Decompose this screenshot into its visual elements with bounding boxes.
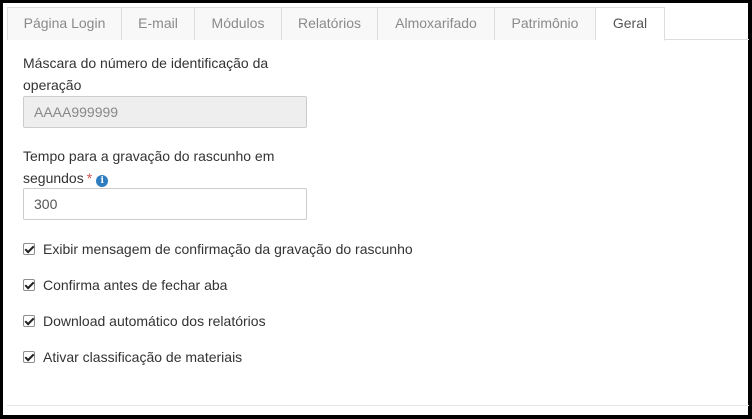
tab-patrimonio[interactable]: Patrimônio (495, 7, 596, 40)
settings-panel: Página Login E-mail Módulos Relatórios A… (0, 0, 752, 419)
checkbox-row-auto-download[interactable]: Download automático dos relatórios (23, 312, 266, 330)
auto-download-checkbox[interactable] (23, 315, 35, 327)
draft-time-label-text: Tempo para a gravação do rascunho em seg… (23, 148, 275, 186)
confirm-draft-label: Exibir mensagem de confirmação da gravaç… (43, 241, 413, 257)
divider (7, 405, 749, 406)
checkbox-row-confirm-close[interactable]: Confirma antes de fechar aba (23, 276, 227, 294)
info-circle-icon[interactable]: i (96, 175, 109, 187)
tab-almoxarifado[interactable]: Almoxarifado (378, 7, 495, 40)
required-marker: * (86, 170, 93, 186)
tab-relatorios[interactable]: Relatórios (282, 7, 378, 40)
confirm-close-checkbox[interactable] (23, 279, 35, 291)
tab-email[interactable]: E-mail (122, 7, 195, 40)
tab-pagina-login[interactable]: Página Login (7, 7, 122, 40)
confirm-draft-checkbox[interactable] (23, 243, 35, 255)
mask-field-label: Máscara do número de identificação da op… (23, 55, 269, 93)
checkbox-row-material-classification[interactable]: Ativar classificação de materiais (23, 348, 242, 366)
mask-input[interactable] (23, 96, 307, 128)
material-classification-checkbox[interactable] (23, 351, 35, 363)
material-classification-label: Ativar classificação de materiais (43, 349, 243, 365)
tab-bar: Página Login E-mail Módulos Relatórios A… (7, 7, 749, 41)
checkbox-row-confirm-draft[interactable]: Exibir mensagem de confirmação da gravaç… (23, 240, 413, 258)
draft-time-input[interactable] (23, 188, 307, 220)
tab-geral[interactable]: Geral (596, 7, 665, 41)
draft-time-field-label: Tempo para a gravação do rascunho em seg… (23, 145, 313, 189)
confirm-close-label: Confirma antes de fechar aba (43, 277, 228, 293)
tab-modulos[interactable]: Módulos (195, 7, 282, 40)
auto-download-label: Download automático dos relatórios (43, 313, 266, 329)
